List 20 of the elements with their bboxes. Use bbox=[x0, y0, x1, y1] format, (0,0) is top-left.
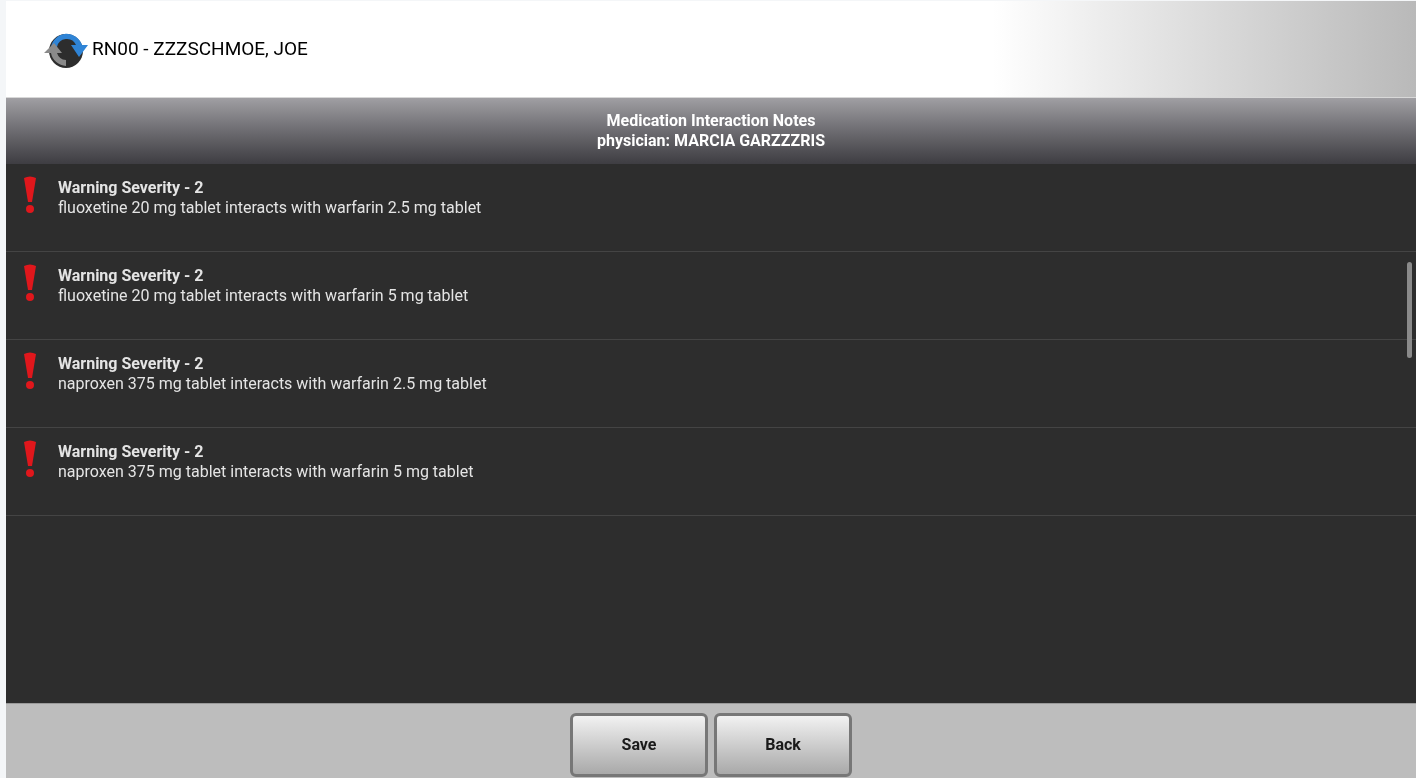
severity-label: Warning Severity - 2 bbox=[58, 442, 205, 462]
exclamation-icon bbox=[22, 264, 38, 302]
exclamation-icon bbox=[22, 176, 38, 214]
action-button[interactable]: Back bbox=[714, 713, 852, 777]
interaction-description: naproxen 375 mg tablet interacts with warfarin 2.5 mg tablet bbox=[58, 374, 487, 394]
severity-label: Warning Severity - 2 bbox=[58, 354, 205, 374]
exclamation-icon bbox=[22, 352, 38, 390]
interaction-row[interactable]: Warning Severity - 2 fluoxetine 20 mg tablet interacts with warfarin 2.5 mg tablet bbox=[6, 164, 1416, 252]
interaction-description: naproxen 375 mg tablet interacts with warfarin 5 mg tablet bbox=[58, 462, 474, 482]
severity-label: Warning Severity - 2 bbox=[58, 178, 205, 198]
exclamation-icon bbox=[22, 440, 38, 478]
interaction-row[interactable]: Warning Severity - 2 naproxen 375 mg tablet interacts with warfarin 2.5 mg tablet bbox=[6, 340, 1416, 428]
interaction-description: fluoxetine 20 mg tablet interacts with warfarin 5 mg tablet bbox=[58, 286, 469, 306]
severity-label: Warning Severity - 2 bbox=[58, 266, 205, 286]
interaction-row[interactable]: Warning Severity - 2 naproxen 375 mg tablet interacts with warfarin 5 mg tablet bbox=[6, 428, 1416, 516]
physician-name: physician: MARCIA GARZZZRIS bbox=[596, 131, 825, 151]
patient-name: RN00 - ZZZSCHMOE, JOE bbox=[92, 35, 308, 62]
action-button[interactable]: Save bbox=[570, 713, 708, 777]
interaction-description: fluoxetine 20 mg tablet interacts with warfarin 2.5 mg tablet bbox=[58, 198, 482, 218]
screen-title: Medication Interaction Notes bbox=[606, 111, 816, 131]
